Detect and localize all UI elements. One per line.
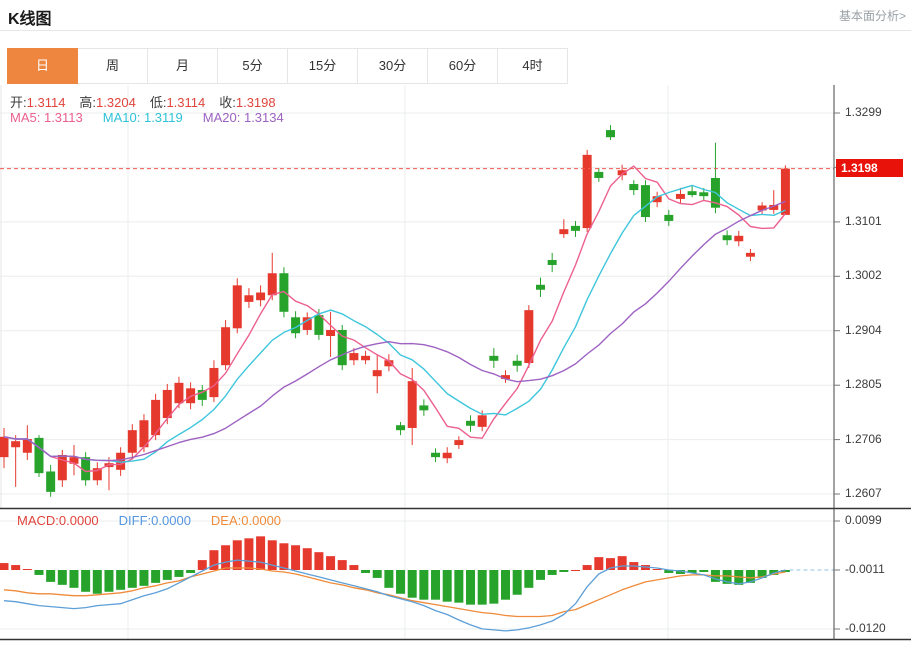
tab-60min[interactable]: 60分 xyxy=(427,48,498,84)
candlestick-layer xyxy=(0,125,790,497)
tab-month[interactable]: 月 xyxy=(147,48,218,84)
fundamental-analysis-link[interactable]: 基本面分析> xyxy=(839,7,906,24)
tab-4hour[interactable]: 4时 xyxy=(497,48,568,84)
kline-chart[interactable] xyxy=(0,85,911,645)
timeframe-tabs: 日周月 5分 15分 30分 60分 4时 xyxy=(7,48,568,84)
tab-day[interactable]: 日 xyxy=(7,48,78,84)
kline-page: K线图 基本面分析> 日周月 5分 15分 30分 60分 4时 开:1.3114 高:1… xyxy=(0,0,911,645)
grid-layer xyxy=(0,85,834,639)
tab-30min[interactable]: 30分 xyxy=(357,48,428,84)
page-title: K线图 xyxy=(8,11,52,28)
tab-week[interactable]: 周 xyxy=(77,48,148,84)
page-header: K线图 基本面分析> xyxy=(0,0,911,31)
tab-5min[interactable]: 5分 xyxy=(217,48,288,84)
tab-15min[interactable]: 15分 xyxy=(287,48,358,84)
current-price-tag: 1.3198 xyxy=(836,159,903,177)
